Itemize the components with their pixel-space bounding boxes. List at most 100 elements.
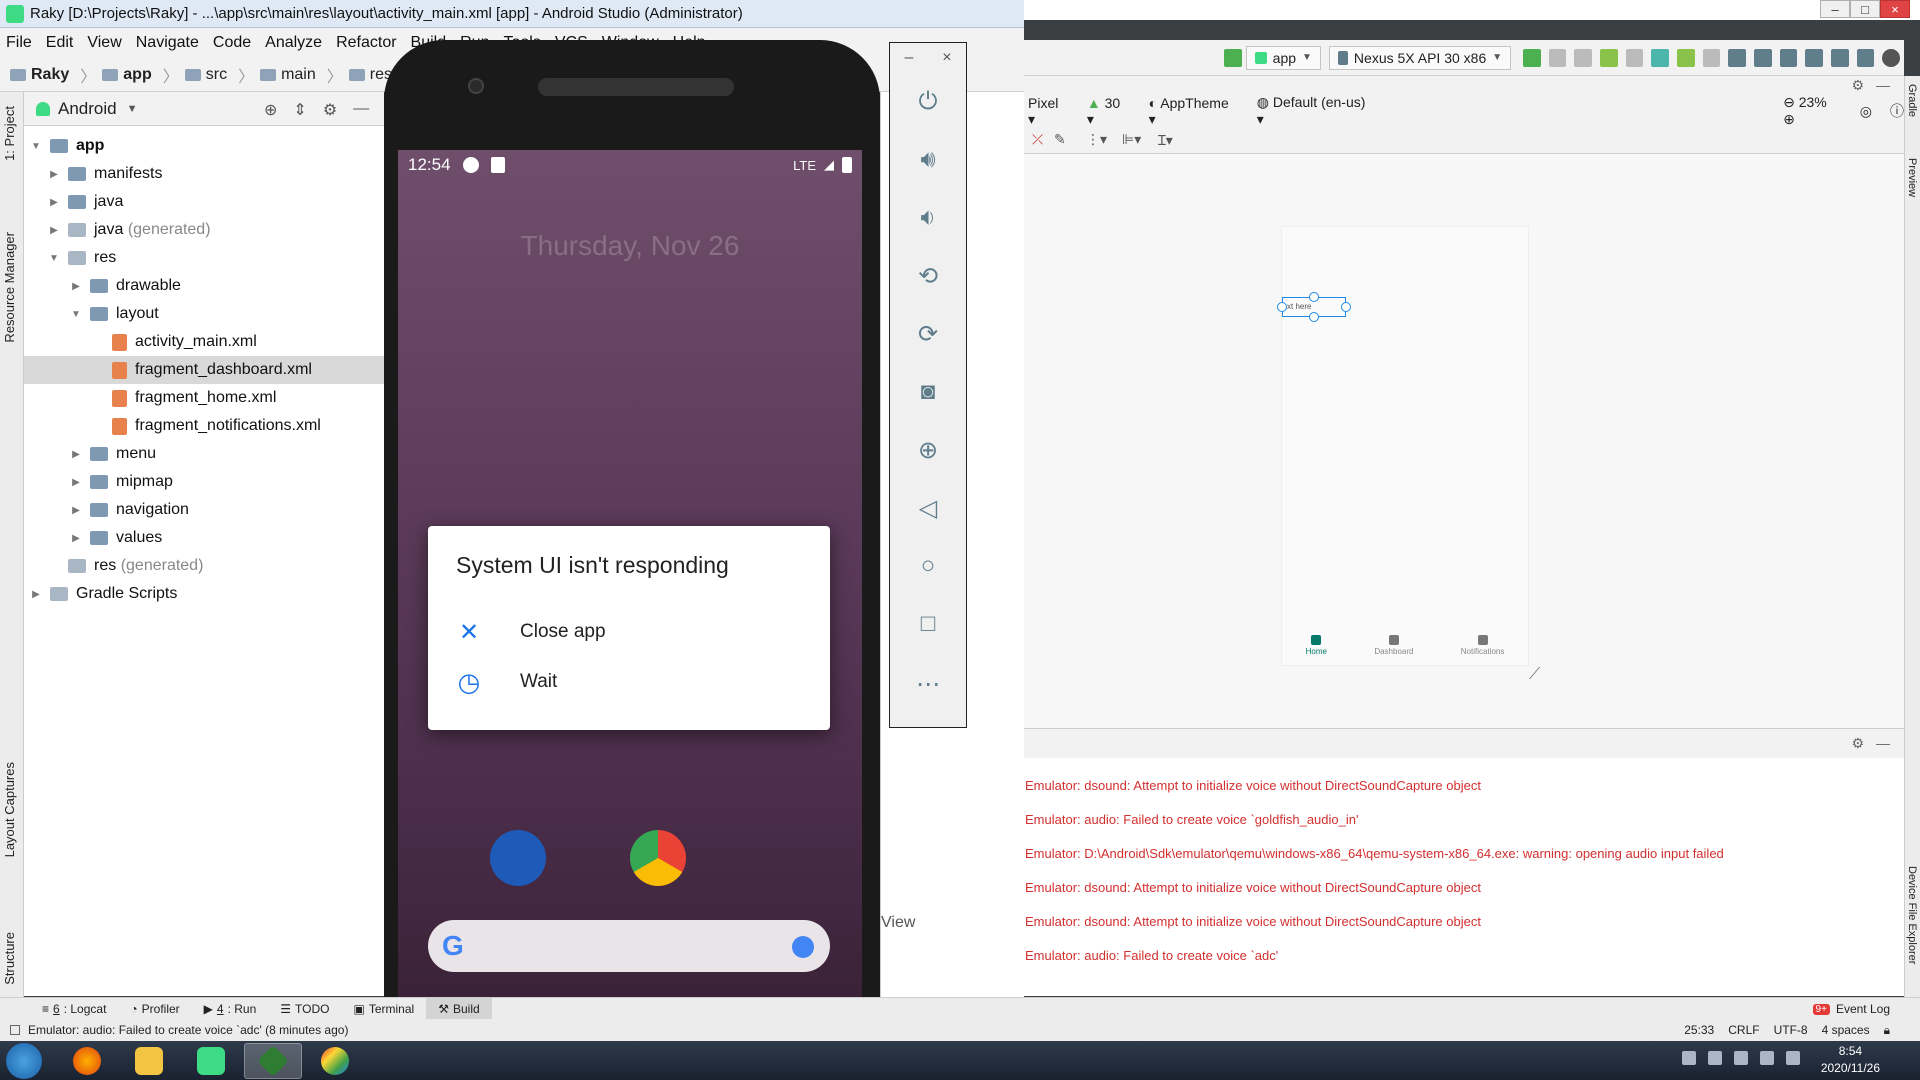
status-toggle-icon[interactable] [10,1025,20,1035]
back-icon[interactable]: ◁ [909,489,947,527]
close-app-option[interactable]: ✕ Close app [456,610,606,654]
indent-setting[interactable]: 4 spaces [1822,1023,1870,1038]
tab-device-file-explorer[interactable]: Device File Explorer [1906,866,1918,964]
chrome-app-icon[interactable] [630,830,686,886]
minimize-button[interactable]: – [1820,0,1850,18]
layout-design-surface[interactable]: xt here Home Dashboard Notifications ⟋ [1024,154,1904,728]
baseline-icon[interactable]: Ɪ▾ [1158,131,1173,150]
nav-home[interactable]: Home [1306,634,1327,656]
hide-icon[interactable]: — [1876,77,1890,93]
tree-node-fragment-notifications[interactable]: fragment_notifications.xml [90,412,321,440]
sdk-manager-icon[interactable] [1779,48,1798,67]
nav-notifications[interactable]: Notifications [1461,634,1504,656]
tab-resource-manager[interactable]: Resource Manager [2,232,17,343]
line-separator[interactable]: CRLF [1728,1023,1759,1038]
menu-analyze[interactable]: Analyze [265,34,322,52]
menu-view[interactable]: View [87,34,121,52]
network-icon[interactable] [1786,1051,1800,1065]
collapsed-arrow-icon[interactable]: ▶ [68,449,84,460]
collapsed-arrow-icon[interactable]: ▶ [68,477,84,488]
status-message[interactable]: Emulator: audio: Failed to create voice … [28,1023,348,1037]
taskbar-clock[interactable]: 8:54 2020/11/26 [1821,1043,1880,1077]
profile-icon[interactable] [1651,48,1670,67]
help-icon[interactable] [1708,1051,1722,1065]
locate-icon[interactable]: ⊕ [264,100,277,120]
tree-node-menu[interactable]: ▶ menu [68,440,156,468]
tree-node-mipmap[interactable]: ▶ mipmap [68,468,173,496]
tool-logcat[interactable]: ≡ 6: Logcat [30,998,118,1020]
tool-profiler[interactable]: ◔ Profiler [118,998,191,1020]
volume-down-icon[interactable]: 🔉︎ [909,199,947,237]
crumb-project[interactable]: Raky 〉 [10,63,96,87]
start-button[interactable] [6,1043,42,1079]
search-icon[interactable] [1882,48,1900,67]
tool-build[interactable]: ⚒ Build [426,997,492,1020]
tool-run[interactable]: ▶ 4: Run [192,998,269,1020]
crumb-main[interactable]: main 〉 [260,63,343,87]
collapsed-arrow-icon[interactable]: ▶ [46,197,62,208]
crumb-src[interactable]: src 〉 [184,63,254,87]
run-icon[interactable] [1523,48,1541,67]
collapsed-arrow-icon[interactable]: ▶ [28,589,44,600]
menu-file[interactable]: File [6,34,32,52]
wait-option[interactable]: ◷ Wait [456,660,558,704]
attach-debugger-icon[interactable] [1677,48,1695,67]
menu-code[interactable]: Code [213,34,251,52]
run-config-selector[interactable]: app ▼ [1245,45,1321,70]
sync-icon[interactable] [1728,48,1747,67]
zoom-control[interactable]: ⊖ 23% ⊕ [1783,94,1842,128]
device-selector[interactable]: Nexus 5X API 30 x86 ▼ [1328,45,1512,70]
coverage-icon[interactable] [1625,48,1644,67]
tree-node-drawable[interactable]: ▶ drawable [68,272,181,300]
taskbar-emulator[interactable] [244,1043,302,1079]
stop-icon[interactable] [1702,48,1721,67]
device-manager-icon[interactable] [1831,48,1849,67]
collapsed-arrow-icon[interactable]: ▶ [68,281,84,292]
hide-icon[interactable]: — [1876,735,1890,751]
constraint-handle-right[interactable] [1341,302,1351,312]
tool-todo[interactable]: ☰ TODO [268,998,341,1020]
guidelines-icon[interactable]: ⋮▾ [1086,131,1107,148]
api-level-selector[interactable]: ▲ 30 ▾ [1087,95,1131,128]
tree-node-fragment-home[interactable]: fragment_home.xml [90,384,276,412]
close-icon[interactable]: × [942,49,951,67]
tree-node-gradle-scripts[interactable]: ▶ Gradle Scripts [28,580,177,608]
align-icon[interactable]: ⊫▾ [1122,131,1141,148]
build-output-console[interactable]: Emulator: dsound: Attempt to initialize … [1024,758,1904,996]
tab-layout-captures[interactable]: Layout Captures [2,762,17,857]
tree-node-layout[interactable]: ▼ layout [68,300,159,328]
tree-node-app[interactable]: ▼ app [28,132,104,160]
lock-icon[interactable]: 🔒︎ [1884,1023,1890,1038]
device-preview[interactable]: xt here Home Dashboard Notifications [1277,226,1529,666]
close-window-button[interactable]: × [1880,0,1910,18]
file-encoding[interactable]: UTF-8 [1774,1023,1808,1038]
rotate-left-icon[interactable]: ⟲ [909,257,947,295]
tree-node-res[interactable]: ▼ res [46,244,116,272]
taskbar-android-studio[interactable] [182,1043,240,1079]
rotate-right-icon[interactable]: ⟳ [909,315,947,353]
overview-icon[interactable]: □ [909,605,947,643]
nav-dashboard[interactable]: Dashboard [1374,634,1413,656]
power-icon[interactable]: ⏻ [909,83,947,121]
collapsed-arrow-icon[interactable]: ▶ [46,225,62,236]
tree-node-values[interactable]: ▶ values [68,524,162,552]
avd-manager-icon[interactable] [1754,48,1772,67]
constraint-handle-left[interactable] [1277,302,1287,312]
tree-node-res-generated[interactable]: res (generated) [46,552,203,580]
expanded-arrow-icon[interactable]: ▼ [28,141,44,152]
collapsed-arrow-icon[interactable]: ▶ [46,169,62,180]
constraint-handle-bottom[interactable] [1309,312,1319,322]
google-search-bar[interactable]: G [428,920,830,972]
tree-node-manifests[interactable]: ▶ manifests [46,160,162,188]
device-preview-selector[interactable]: Pixel ▾ [1028,95,1069,128]
zoom-fit-icon[interactable]: ◎ [1860,103,1872,120]
chevron-down-icon[interactable]: ▼ [127,103,138,115]
event-log-button[interactable]: 9+ Event Log [1812,998,1890,1020]
tab-project[interactable]: 1: Project [2,106,17,161]
apply-changes-icon[interactable] [1548,48,1567,67]
keyboard-icon[interactable] [1682,1051,1696,1065]
gear-icon[interactable]: ⚙ [1851,77,1864,94]
tab-structure[interactable]: Structure [2,932,17,985]
minimize-icon[interactable]: – [904,49,913,67]
resize-handle-icon[interactable]: ⟋ [1529,666,1540,684]
